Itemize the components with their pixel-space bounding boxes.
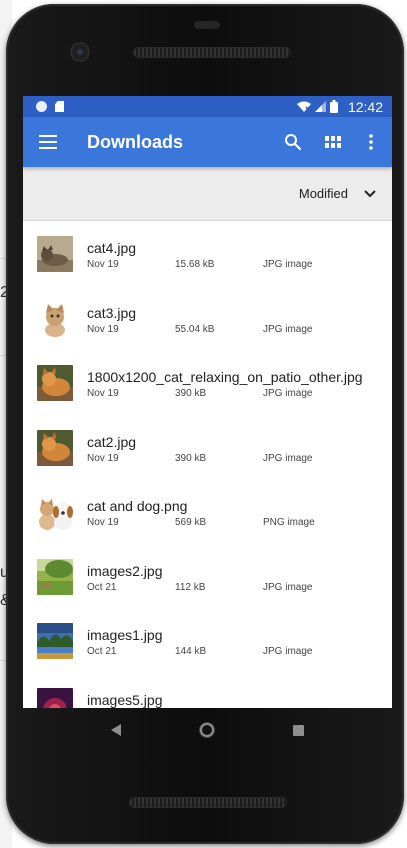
grid-view-button[interactable] — [318, 127, 348, 157]
file-thumbnail — [37, 558, 73, 595]
file-thumbnail — [37, 687, 73, 708]
file-type: JPG image — [263, 646, 313, 657]
file-date: Nov 19 — [87, 452, 119, 464]
file-thumbnail — [37, 365, 73, 401]
file-type: JPG image — [263, 323, 313, 335]
file-name: 1800x1200_cat_relaxing_on_patio_other.jp… — [87, 369, 363, 385]
file-name: images2.jpg — [87, 562, 163, 579]
page-title: Downloads — [87, 131, 184, 152]
battery-icon — [329, 100, 338, 113]
file-size: 55.04 kB — [175, 323, 215, 335]
cell-signal-icon — [314, 101, 326, 112]
file-list-item[interactable]: cat and dog.png Nov 19 569 kB PNG image — [23, 479, 392, 544]
system-nav-bar — [23, 708, 392, 752]
file-name: images5.jpg — [87, 691, 163, 708]
file-size: 390 kB — [175, 452, 207, 464]
file-name: cat and dog.png — [87, 498, 188, 514]
file-name: cat4.jpg — [87, 240, 137, 256]
file-list-item[interactable]: images5.jpg — [23, 673, 392, 708]
sync-status-icon — [36, 101, 47, 112]
more-vert-icon — [369, 134, 373, 150]
file-size: 390 kB — [175, 388, 207, 399]
grid-view-icon — [325, 135, 341, 148]
file-name: cat3.jpg — [87, 304, 137, 321]
file-thumbnail — [37, 429, 73, 466]
file-size: 15.68 kB — [175, 259, 215, 270]
file-name: images1.jpg — [87, 627, 163, 643]
file-thumbnail — [37, 623, 73, 659]
sort-dropdown[interactable]: Modified — [299, 186, 348, 201]
file-date: Oct 21 — [87, 646, 117, 657]
recents-icon[interactable] — [293, 724, 305, 736]
bottom-speaker — [130, 798, 286, 807]
file-thumbnail — [37, 236, 73, 272]
file-type: JPG image — [263, 388, 313, 399]
status-bar: 12:42 — [23, 96, 392, 117]
file-size: 569 kB — [175, 517, 207, 528]
file-list-item[interactable]: 1800x1200_cat_relaxing_on_patio_other.jp… — [23, 350, 392, 415]
file-list-item[interactable]: images1.jpg Oct 21 144 kB JPG image — [23, 608, 392, 673]
file-list-item[interactable]: images2.jpg Oct 21 112 kB JPG image — [23, 544, 392, 609]
device-screen: 12:42 Downloads Modified cat4.jpg Nov 19… — [23, 96, 392, 708]
file-list-item[interactable]: cat2.jpg Nov 19 390 kB JPG image — [23, 415, 392, 480]
file-type: JPG image — [263, 581, 313, 593]
file-type: JPG image — [263, 452, 313, 464]
file-list-item[interactable]: cat3.jpg Nov 19 55.04 kB JPG image — [23, 286, 392, 351]
file-type: PNG image — [263, 517, 315, 528]
back-icon[interactable] — [110, 724, 121, 736]
chevron-down-icon[interactable] — [364, 189, 376, 198]
file-type: JPG image — [263, 259, 313, 270]
file-date: Nov 19 — [87, 259, 119, 270]
file-date: Nov 19 — [87, 323, 119, 335]
file-list-item[interactable]: cat4.jpg Nov 19 15.68 kB JPG image — [23, 221, 392, 286]
file-size: 144 kB — [175, 646, 207, 657]
file-date: Oct 21 — [87, 581, 117, 593]
file-date: Nov 19 — [87, 517, 119, 528]
front-camera — [72, 44, 88, 60]
search-icon — [285, 134, 302, 151]
file-thumbnail — [37, 494, 73, 530]
status-time: 12:42 — [347, 98, 383, 115]
search-button[interactable] — [278, 127, 308, 157]
file-size: 112 kB — [175, 581, 206, 593]
file-list: cat4.jpg Nov 19 15.68 kB JPG image cat3.… — [23, 221, 392, 708]
more-options-button[interactable] — [356, 127, 386, 157]
sort-bar: Modified — [23, 167, 392, 221]
sensor-slot — [194, 21, 220, 29]
file-thumbnail — [37, 300, 73, 337]
file-date: Nov 19 — [87, 388, 119, 399]
sd-card-icon — [55, 101, 64, 112]
wifi-off-icon — [296, 101, 311, 112]
hamburger-menu-icon[interactable] — [39, 135, 57, 149]
app-bar: Downloads — [23, 117, 392, 167]
file-name: cat2.jpg — [87, 433, 137, 450]
home-icon[interactable] — [199, 723, 214, 737]
earpiece-speaker — [134, 48, 290, 57]
